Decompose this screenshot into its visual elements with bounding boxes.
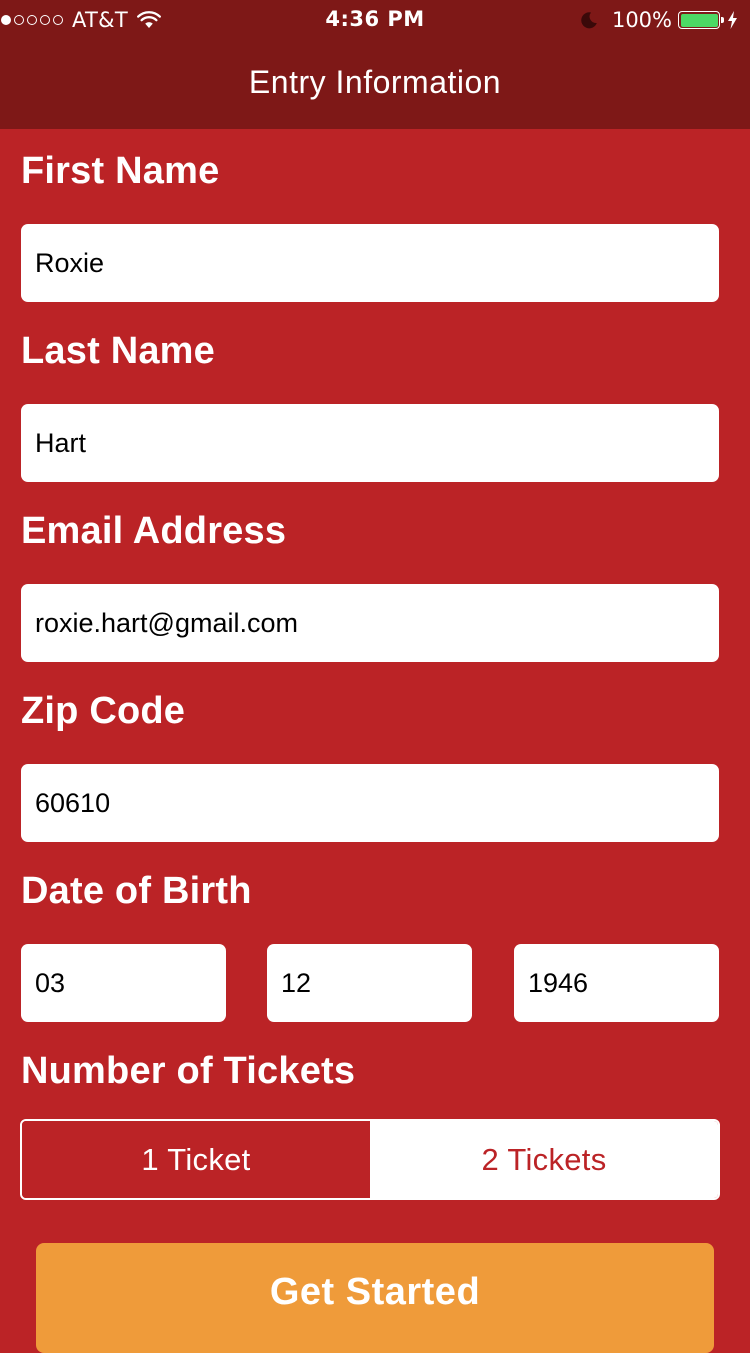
battery-icon [678,11,724,29]
last-name-label: Last Name [21,330,215,372]
battery-nub [721,17,724,23]
segment-one-ticket[interactable]: 1 Ticket [22,1121,370,1198]
segment-two-tickets[interactable]: 2 Tickets [370,1121,718,1198]
status-bar: AT&T 4:36 PM 100% [0,0,750,40]
battery-percent: 100% [611,8,672,32]
navigation-bar: Entry Information [0,40,750,129]
number-of-tickets-label: Number of Tickets [21,1050,356,1092]
last-name-field[interactable] [21,404,719,482]
status-right: 100% [580,7,738,33]
battery-level-fill [680,13,718,27]
first-name-field[interactable] [21,224,719,302]
ticket-count-segmented-control: 1 Ticket 2 Tickets [20,1119,720,1200]
date-of-birth-label: Date of Birth [21,870,252,912]
page-title: Entry Information [248,64,502,100]
charging-bolt-icon [728,11,737,29]
dob-month-field[interactable] [21,944,226,1022]
dob-day-field[interactable] [267,944,472,1022]
get-started-button[interactable]: Get Started [36,1243,714,1353]
email-field[interactable] [21,584,719,662]
zip-code-label: Zip Code [21,690,186,732]
email-label: Email Address [21,510,287,552]
dob-year-field[interactable] [514,944,719,1022]
first-name-label: First Name [21,150,220,192]
do-not-disturb-moon-icon [581,12,597,29]
zip-code-field[interactable] [21,764,719,842]
